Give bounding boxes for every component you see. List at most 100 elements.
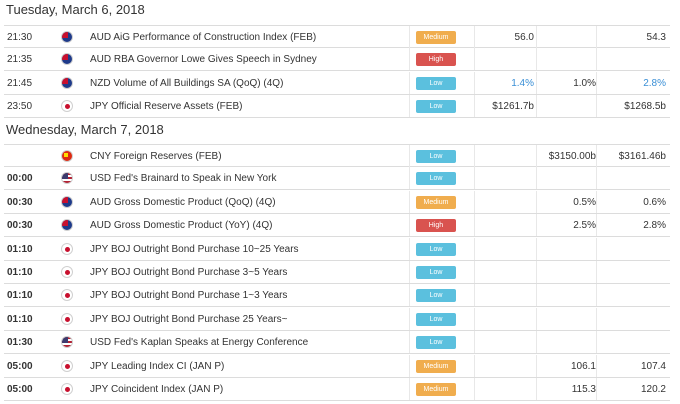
column-divider: [536, 48, 537, 71]
importance-badge: Low: [416, 76, 456, 90]
column-divider: [536, 237, 537, 260]
column-divider: [409, 261, 410, 283]
event-name[interactable]: JPY Leading Index CI (JAN P): [90, 355, 224, 378]
flag-nzd-icon: [61, 76, 73, 89]
event-row[interactable]: 21:30 AUD AiG Performance of Construction…: [4, 25, 670, 48]
column-divider: [474, 331, 475, 354]
column-divider: [409, 95, 410, 118]
importance-badge: High: [416, 219, 456, 233]
event-name[interactable]: USD Fed's Kaplan Speaks at Energy Confer…: [90, 331, 308, 354]
importance-badge: High: [416, 53, 456, 67]
event-time: 01:30: [7, 337, 33, 349]
day-header: Tuesday, March 6, 2018: [6, 2, 145, 17]
event-row[interactable]: 01:10 JPY BOJ Outright Bond Purchase 1~3 …: [4, 284, 670, 308]
column-divider: [409, 307, 410, 330]
flag-jpy-icon: [61, 312, 73, 325]
importance-badge: Low: [416, 336, 456, 350]
column-divider: [409, 237, 410, 260]
event-row[interactable]: 01:10 JPY BOJ Outright Bond Purchase 25 Y…: [4, 307, 670, 331]
column-divider: [409, 167, 410, 190]
previous-value: 0.6%: [643, 196, 666, 208]
importance-badge: Low: [416, 312, 456, 326]
column-divider: [474, 284, 475, 307]
event-name[interactable]: USD Fed's Brainard to Speak in New York: [90, 167, 276, 190]
event-name[interactable]: AUD RBA Governor Lowe Gives Speech in Sy…: [90, 48, 317, 71]
event-row[interactable]: 23:50 JPY Official Reserve Assets (FEB) Lo…: [4, 95, 670, 119]
forecast-value: 106.1: [570, 360, 596, 372]
flag-aud-icon: [61, 31, 73, 43]
flag-aud-icon: [61, 219, 73, 232]
event-name[interactable]: CNY Foreign Reserves (FEB): [90, 145, 222, 168]
previous-value: 2.8%: [643, 77, 666, 89]
event-name[interactable]: AUD Gross Domestic Product (YoY) (4Q): [90, 214, 272, 237]
event-time: 01:10: [7, 267, 33, 278]
column-divider: [409, 214, 410, 237]
column-divider: [409, 26, 410, 48]
flag-cny-icon: [61, 150, 73, 162]
column-divider: [536, 331, 537, 354]
event-name[interactable]: JPY Coincident Index (JAN P): [90, 378, 223, 401]
flag-jpy-icon: [61, 383, 73, 395]
event-row[interactable]: 00:30 AUD Gross Domestic Product (YoY) (4…: [4, 214, 670, 238]
event-name[interactable]: JPY BOJ Outright Bond Purchase 25 Years~: [90, 308, 287, 331]
flag-jpy-icon: [61, 266, 73, 278]
column-divider: [409, 145, 410, 167]
forecast-value: 0.5%: [573, 196, 596, 208]
previous-value: 2.8%: [643, 220, 666, 232]
event-row[interactable]: 21:45 NZD Volume of All Buildings SA (QoQ…: [4, 71, 670, 95]
column-divider: [409, 48, 410, 71]
event-row[interactable]: CNY Foreign Reserves (FEB) Low $3150.00b $3…: [4, 144, 670, 167]
event-name[interactable]: JPY BOJ Outright Bond Purchase 1~3 Years: [90, 284, 287, 307]
event-time: 00:00: [7, 173, 33, 185]
event-time: 21:35: [7, 54, 33, 66]
event-row[interactable]: 00:00 USD Fed's Brainard to Speak in New …: [4, 167, 670, 191]
column-divider: [596, 48, 597, 71]
actual-value: $1261.7b: [492, 101, 534, 113]
event-name[interactable]: AUD Gross Domestic Product (QoQ) (4Q): [90, 191, 276, 214]
event-time: 00:30: [7, 196, 33, 208]
previous-value: $1268.5b: [624, 101, 666, 113]
forecast-value: 2.5%: [573, 220, 596, 232]
event-time: 01:10: [7, 243, 33, 255]
importance-badge: Low: [416, 266, 456, 279]
column-divider: [536, 307, 537, 330]
column-divider: [409, 331, 410, 354]
event-row[interactable]: 00:30 AUD Gross Domestic Product (QoQ) (4…: [4, 190, 670, 214]
column-divider: [409, 190, 410, 213]
event-row[interactable]: 01:10 JPY BOJ Outright Bond Purchase 3~5 …: [4, 261, 670, 284]
event-time: 00:30: [7, 220, 33, 232]
event-row[interactable]: 21:35 AUD RBA Governor Lowe Gives Speech …: [4, 48, 670, 72]
importance-badge: Low: [416, 242, 456, 256]
column-divider: [536, 167, 537, 190]
importance-badge: Medium: [416, 31, 456, 44]
event-row[interactable]: 01:30 USD Fed's Kaplan Speaks at Energy C…: [4, 331, 670, 355]
event-row[interactable]: 05:00 JPY Leading Index CI (JAN P) Medium 1…: [4, 354, 670, 378]
event-name[interactable]: NZD Volume of All Buildings SA (QoQ) (4Q…: [90, 72, 283, 95]
event-row[interactable]: 05:00 JPY Coincident Index (JAN P) Medium 1…: [4, 378, 670, 401]
event-row[interactable]: 01:10 JPY BOJ Outright Bond Purchase 10~2…: [4, 237, 670, 261]
event-time: 21:30: [7, 32, 33, 43]
event-name[interactable]: JPY BOJ Outright Bond Purchase 3~5 Years: [90, 261, 287, 284]
event-name[interactable]: JPY BOJ Outright Bond Purchase 10~25 Yea…: [90, 238, 299, 261]
column-divider: [596, 331, 597, 354]
event-name[interactable]: JPY Official Reserve Assets (FEB): [90, 95, 242, 118]
importance-badge: Medium: [416, 383, 456, 396]
flag-usd-icon: [61, 336, 73, 349]
flag-usd-icon: [61, 172, 73, 185]
event-time: 01:10: [7, 313, 33, 325]
column-divider: [474, 48, 475, 71]
column-divider: [409, 284, 410, 307]
column-divider: [536, 26, 537, 48]
column-divider: [474, 190, 475, 213]
flag-jpy-icon: [61, 100, 73, 113]
column-divider: [474, 167, 475, 190]
column-divider: [474, 307, 475, 330]
actual-value: 56.0: [514, 32, 534, 43]
forecast-value: 1.0%: [573, 77, 596, 89]
column-divider: [596, 307, 597, 330]
column-divider: [536, 95, 537, 118]
previous-value: 120.2: [640, 384, 666, 395]
event-name[interactable]: AUD AiG Performance of Construction Inde…: [90, 26, 316, 49]
forecast-value: 115.3: [571, 384, 596, 395]
previous-value: 107.4: [640, 360, 666, 372]
